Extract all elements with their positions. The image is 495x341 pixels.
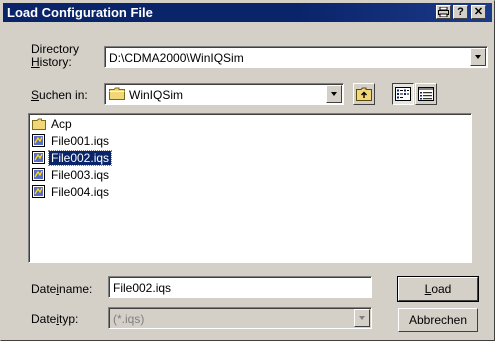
folder-icon [32, 118, 46, 130]
look-in-combo[interactable]: WinIQSim [104, 83, 344, 105]
help-icon: ? [457, 6, 464, 18]
file-list[interactable]: Acp File001.iqs File002.iqs File003.iqs … [28, 113, 472, 263]
iqs-file-icon [32, 185, 45, 198]
list-view-button[interactable] [392, 83, 414, 105]
filetype-dropdown-button[interactable] [354, 309, 370, 327]
directory-history-label-line2: History: [31, 55, 72, 69]
file-name: File002.iqs [47, 150, 113, 166]
filetype-combo[interactable]: (*.iqs) [108, 307, 372, 329]
look-in-value: WinIQSim [129, 88, 183, 102]
help-button[interactable]: ? [453, 5, 468, 19]
file-name: File003.iqs [51, 168, 110, 182]
look-in-label: Suchen in: [31, 88, 88, 102]
file-name: Acp [51, 117, 72, 131]
details-view-button[interactable] [415, 83, 437, 105]
file-name: File004.iqs [51, 185, 110, 199]
load-configuration-dialog: Load Configuration File ? ✕ Directory Hi… [0, 0, 495, 341]
up-one-level-button[interactable] [353, 83, 375, 105]
details-view-icon [418, 87, 434, 101]
filename-input[interactable]: File002.iqs [108, 276, 372, 298]
look-in-dropdown-button[interactable] [326, 85, 342, 103]
folder-icon [109, 87, 125, 100]
filename-value: File002.iqs [113, 281, 172, 295]
directory-history-label: Directory History: [31, 43, 79, 69]
iqs-file-icon [32, 134, 45, 147]
print-button[interactable] [436, 5, 451, 19]
cancel-button[interactable]: Abbrechen [398, 308, 478, 332]
file-name: File001.iqs [51, 134, 110, 148]
directory-history-combo[interactable]: D:\CDMA2000\WinIQSim [104, 46, 488, 68]
close-icon: ✕ [473, 6, 484, 18]
load-button[interactable]: Load [397, 276, 479, 302]
print-icon [438, 6, 449, 18]
filetype-label: Dateityp: [31, 312, 79, 326]
filename-label: Dateiname: [31, 282, 93, 296]
directory-history-dropdown-button[interactable] [470, 48, 486, 66]
filetype-value: (*.iqs) [113, 312, 145, 326]
window-title: Load Configuration File [7, 5, 153, 20]
iqs-file-icon [32, 168, 45, 181]
up-one-level-icon [356, 87, 372, 101]
close-button[interactable]: ✕ [471, 5, 486, 19]
iqs-file-icon [32, 151, 45, 164]
list-view-icon [395, 87, 411, 101]
title-bar[interactable]: Load Configuration File ? ✕ [3, 3, 492, 22]
directory-history-value: D:\CDMA2000\WinIQSim [109, 51, 244, 65]
